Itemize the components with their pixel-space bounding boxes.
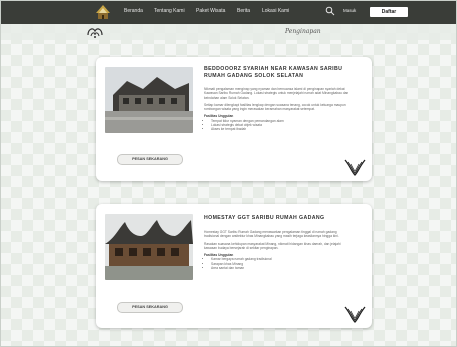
description-paragraph: Nikmati pengalaman menginap yang nyaman … — [204, 87, 349, 100]
nav-link-paket-wisata[interactable]: Paket Wisata — [196, 8, 225, 14]
listing-photo — [105, 67, 193, 133]
rumah-gadang-photo-icon — [105, 214, 193, 280]
facilities-list: Tempat tidur nyaman dengan pemandangan a… — [204, 119, 350, 132]
facility-item: Area santai dan taman — [211, 266, 350, 270]
page-title: Penginapan — [285, 28, 321, 35]
nav-link-beranda[interactable]: Beranda — [124, 8, 143, 14]
nav-link-tentang[interactable]: Tentang Kami — [154, 8, 185, 14]
search-icon[interactable] — [325, 6, 335, 16]
description-paragraph: Homestay GGT Saribu Rumah Gadang menawar… — [204, 230, 339, 239]
logo-icon[interactable] — [95, 2, 111, 21]
listing-title: BEDDOOORZ SYARIAH NEAR KAWASAN SARIBU RU… — [204, 66, 343, 79]
description-paragraph: Setiap kamar dilengkapi fasilitas lengka… — [204, 102, 346, 112]
gonjong-ornament-icon — [344, 159, 366, 176]
nav-link-berita[interactable]: Berita — [237, 8, 250, 14]
nav-link-lokasi[interactable]: Lokasi Kami — [262, 8, 289, 14]
register-button[interactable]: Daftar — [370, 7, 408, 17]
facilities-list: Kamar bergaya rumah gadang tradisional S… — [204, 257, 350, 270]
book-now-button[interactable]: PESAN SEKARANG — [117, 302, 183, 313]
login-link[interactable]: Masuk — [343, 8, 356, 13]
description-paragraph: Rasakan suasana kehidupan masyarakat Min… — [204, 241, 341, 250]
listing-title: HOMESTAY GGT SARIBU RUMAH GADANG — [204, 215, 325, 221]
house-photo-icon — [105, 67, 193, 133]
listing-card: HOMESTAY GGT SARIBU RUMAH GADANG Homesta… — [96, 204, 372, 328]
listing-card: BEDDOOORZ SYARIAH NEAR KAWASAN SARIBU RU… — [96, 57, 372, 181]
listing-photo — [105, 214, 193, 280]
page-header — [0, 24, 457, 40]
facility-item: Akses ke tempat ibadah — [211, 127, 350, 131]
gonjong-ornament-icon — [344, 306, 366, 323]
book-now-button[interactable]: PESAN SEKARANG — [117, 154, 183, 165]
listing-description: Homestay GGT Saribu Rumah Gadang menawar… — [204, 230, 350, 270]
listing-description: Nikmati pengalaman menginap yang nyaman … — [204, 87, 350, 132]
ornament-icon — [87, 28, 103, 38]
